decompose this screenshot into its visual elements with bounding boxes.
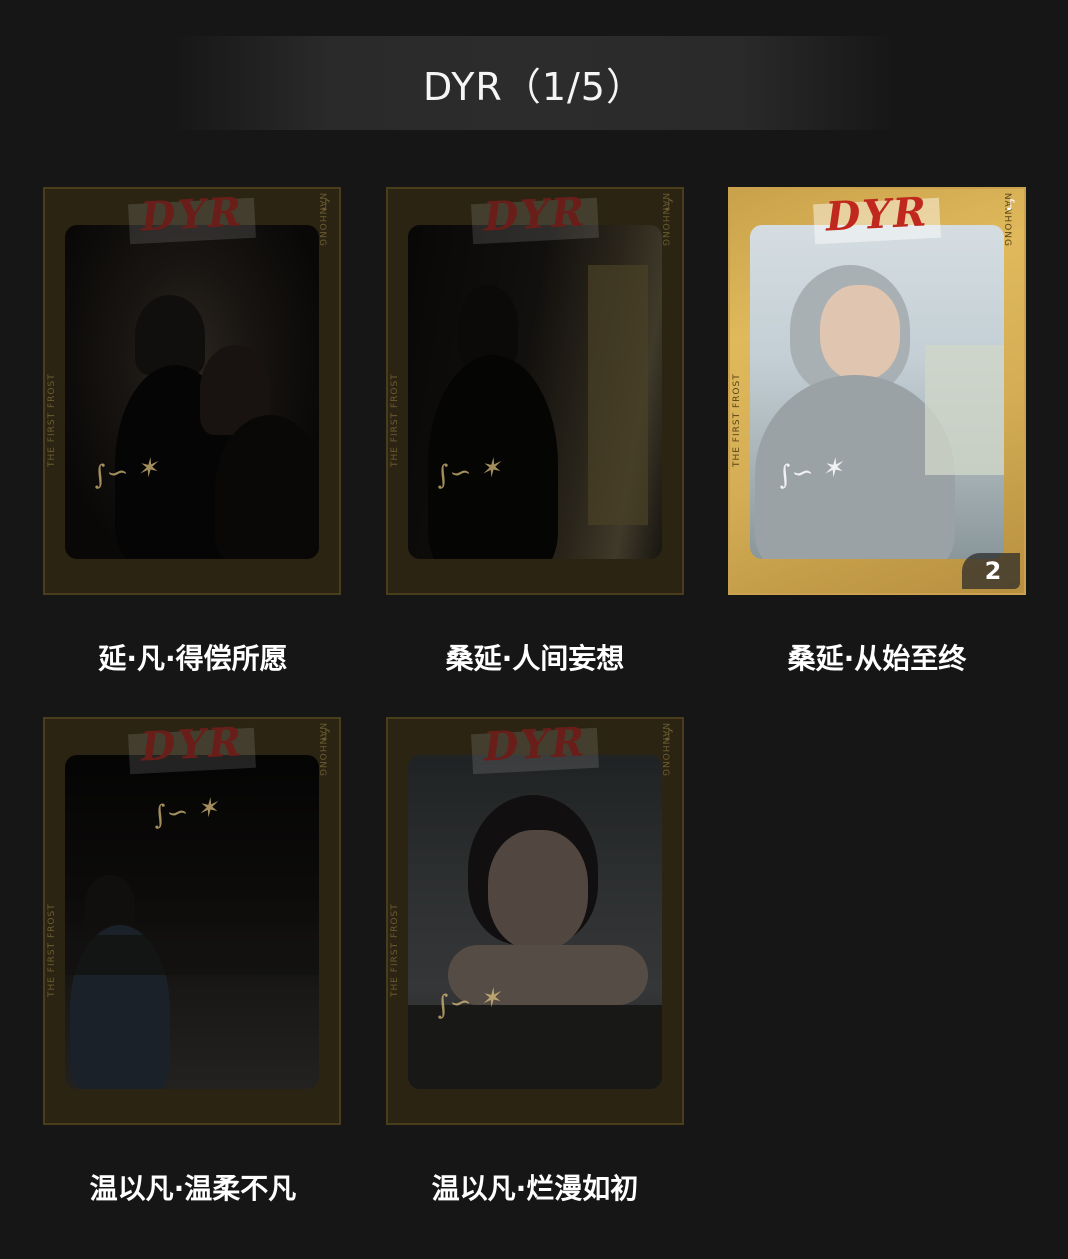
card-tape-label: DYR [824, 188, 930, 241]
page-title: DYR（1/5） [423, 64, 645, 109]
card-4[interactable]: DYR THE FIRST FROST NANHONG ♪ ∫∽ ✶ [386, 717, 684, 1125]
card-tape-label: DYR [482, 188, 588, 241]
card-label-2[interactable]: 桑延·从始至终 [707, 637, 1047, 677]
card-left-text: THE FIRST FROST [47, 373, 57, 467]
card-left-text: THE FIRST FROST [390, 373, 400, 467]
card-left-text: THE FIRST FROST [47, 903, 57, 997]
card-3[interactable]: DYR THE FIRST FROST NANHONG ♪ ∫∽ ✶ [43, 717, 341, 1125]
card-label-1[interactable]: 桑延·人间妄想 [365, 637, 705, 677]
tiktok-icon: ♪ [663, 195, 674, 214]
card-photo [408, 225, 662, 559]
card-tape-label: DYR [482, 718, 588, 771]
card-label-4[interactable]: 温以凡·烂漫如初 [365, 1167, 705, 1207]
tiktok-icon: ♪ [320, 725, 331, 744]
tiktok-icon: ♪ [1005, 195, 1016, 214]
card-0[interactable]: DYR THE FIRST FROST NANHONG ♪ ∫∽ ✶ [43, 187, 341, 595]
card-2[interactable]: DYR THE FIRST FROST NANHONG ♪ ∫∽ ✶ 2 [728, 187, 1026, 595]
card-left-text: THE FIRST FROST [390, 903, 400, 997]
count-badge: 2 [962, 553, 1020, 589]
card-tape-label: DYR [139, 188, 245, 241]
card-label-3[interactable]: 温以凡·温柔不凡 [23, 1167, 363, 1207]
card-tape-label: DYR [139, 718, 245, 771]
tiktok-icon: ♪ [663, 725, 674, 744]
card-label-0[interactable]: 延·凡·得偿所愿 [23, 637, 363, 677]
tiktok-icon: ♪ [320, 195, 331, 214]
header-bar: DYR（1/5） [170, 36, 898, 130]
card-left-text: THE FIRST FROST [732, 373, 742, 467]
card-photo [65, 225, 319, 559]
card-1[interactable]: DYR THE FIRST FROST NANHONG ♪ ∫∽ ✶ [386, 187, 684, 595]
card-photo [408, 755, 662, 1089]
card-photo [750, 225, 1004, 559]
